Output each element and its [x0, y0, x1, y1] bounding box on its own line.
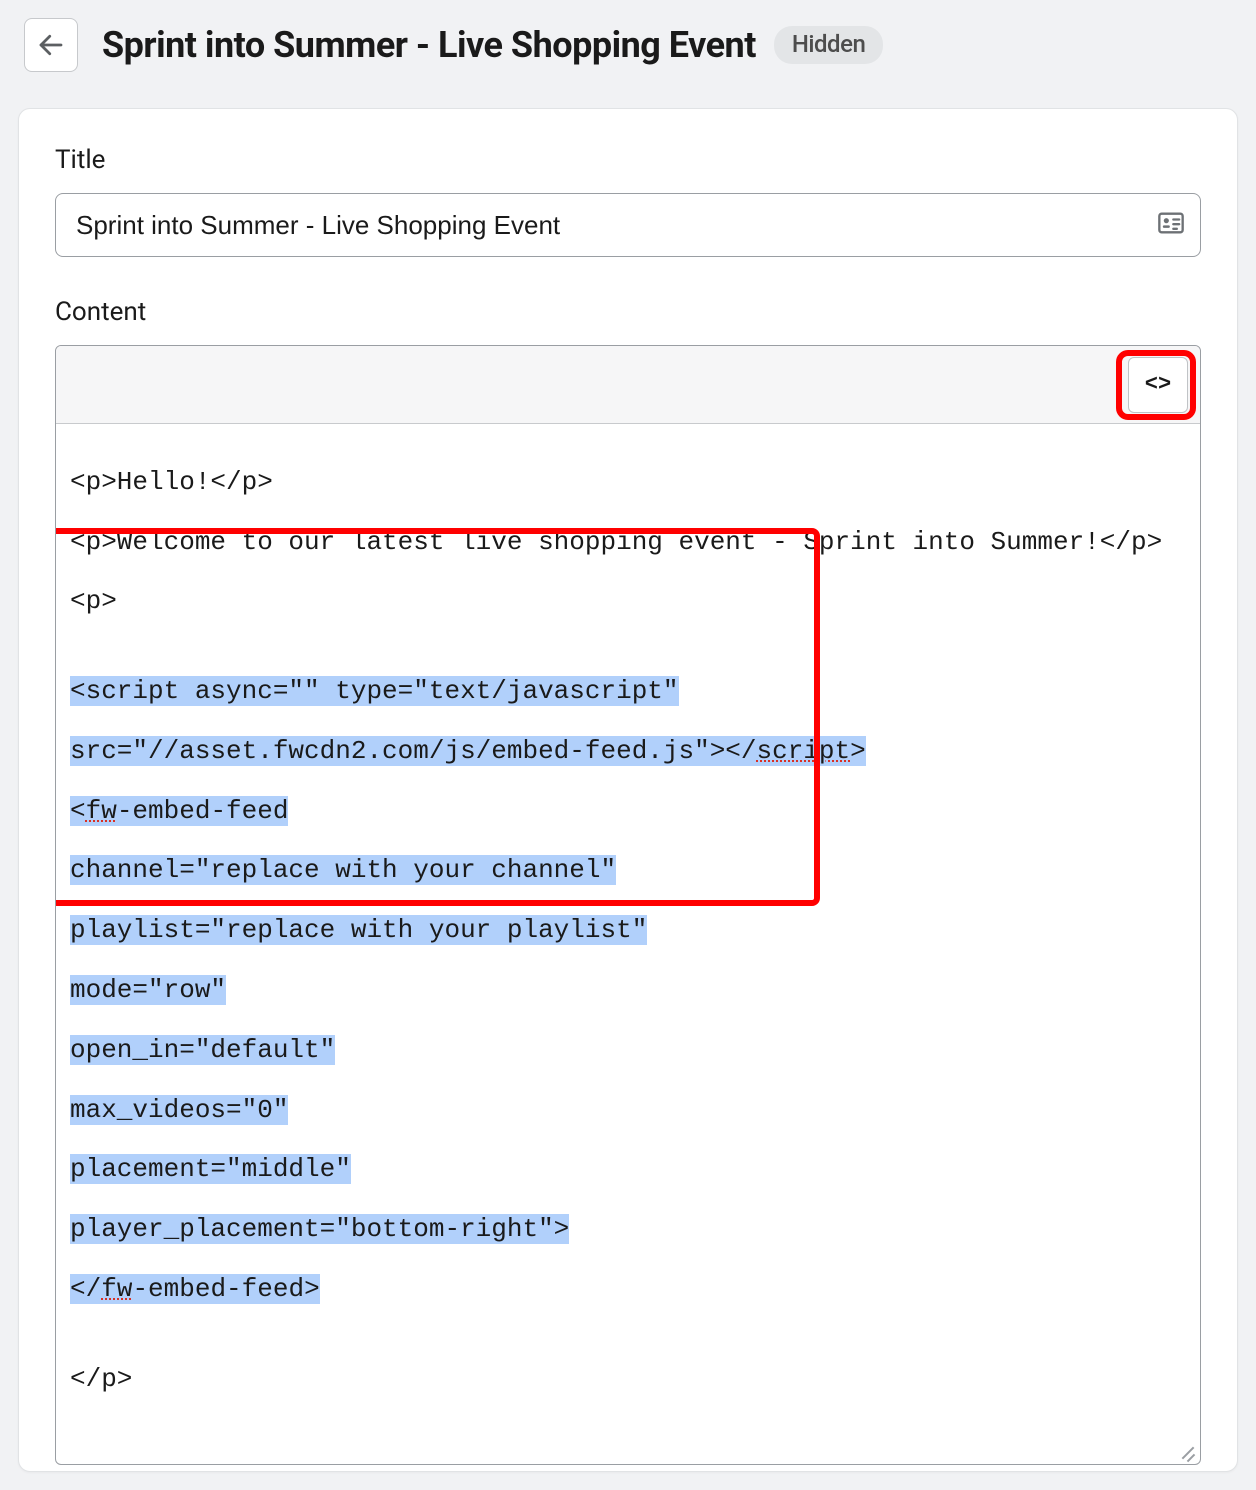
back-button[interactable]: [24, 18, 78, 72]
code-line: src="//asset.fwcdn2.com/js/embed-feed.js…: [70, 737, 1186, 767]
code-text[interactable]: <p>Hello!</p> <p>Welcome to our latest l…: [70, 438, 1186, 1454]
editor-toolbar: <>: [56, 346, 1200, 424]
page-title-text: Sprint into Summer - Live Shopping Event: [102, 24, 756, 66]
code-line: <script async="" type="text/javascript": [70, 677, 1186, 707]
code-line: mode="row": [70, 976, 1186, 1006]
code-line: <p>Welcome to our latest live shopping e…: [70, 528, 1186, 558]
arrow-left-icon: [36, 30, 66, 60]
code-view-toggle[interactable]: <>: [1128, 357, 1188, 413]
code-line: <fw-embed-feed: [70, 797, 1186, 827]
status-badge: Hidden: [774, 26, 883, 64]
title-input-wrap: [55, 193, 1201, 257]
code-line: player_placement="bottom-right">: [70, 1215, 1186, 1245]
dynamic-source-icon[interactable]: [1157, 209, 1185, 241]
page-title: Sprint into Summer - Live Shopping Event…: [102, 24, 883, 66]
code-line: channel="replace with your channel": [70, 856, 1186, 886]
code-line: <p>Hello!</p>: [70, 468, 1186, 498]
code-line: placement="middle": [70, 1155, 1186, 1185]
title-input[interactable]: [55, 193, 1201, 257]
code-line: </fw-embed-feed>: [70, 1275, 1186, 1305]
title-field-label: Title: [55, 145, 1201, 175]
code-line: </p>: [70, 1365, 1186, 1395]
editor-content-area[interactable]: <p>Hello!</p> <p>Welcome to our latest l…: [56, 424, 1200, 1464]
code-line: playlist="replace with your playlist": [70, 916, 1186, 946]
code-line: max_videos="0": [70, 1096, 1186, 1126]
code-line: <p>: [70, 587, 1186, 617]
page-header: Sprint into Summer - Live Shopping Event…: [18, 18, 1238, 72]
code-line: open_in="default": [70, 1036, 1186, 1066]
content-field-label: Content: [55, 297, 1201, 327]
page-root: Sprint into Summer - Live Shopping Event…: [0, 0, 1256, 1490]
content-card: Title Content <> <p>Hello: [18, 108, 1238, 1472]
content-editor: <> <p>Hello!</p> <p>Welcome to our lates…: [55, 345, 1201, 1465]
